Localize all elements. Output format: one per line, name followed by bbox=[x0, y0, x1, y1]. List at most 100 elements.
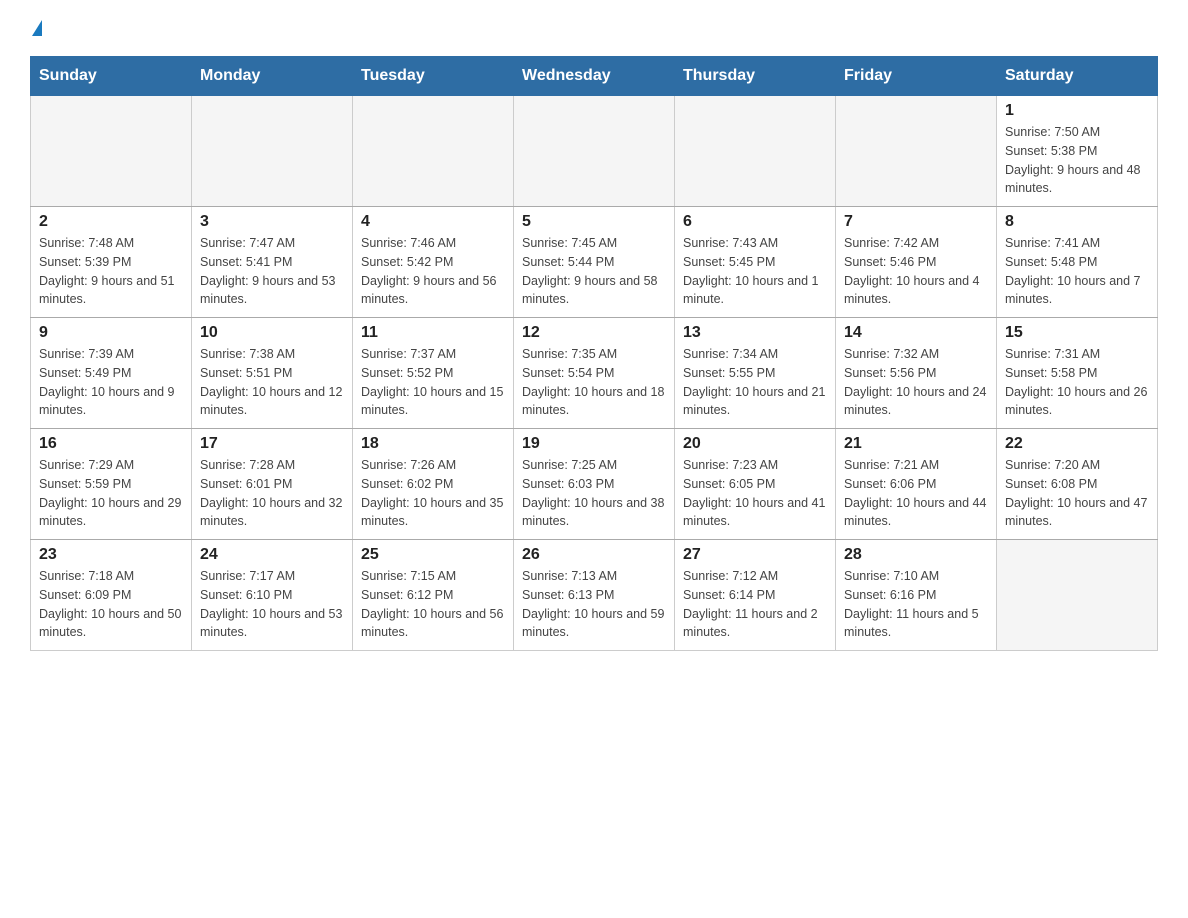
calendar-cell: 21 Sunrise: 7:21 AM Sunset: 6:06 PM Dayli… bbox=[836, 429, 997, 540]
day-info: Sunrise: 7:38 AM Sunset: 5:51 PM Dayligh… bbox=[200, 345, 344, 420]
day-number: 27 bbox=[683, 546, 827, 564]
calendar-cell: 16 Sunrise: 7:29 AM Sunset: 5:59 PM Dayli… bbox=[31, 429, 192, 540]
day-info: Sunrise: 7:47 AM Sunset: 5:41 PM Dayligh… bbox=[200, 234, 344, 309]
day-info: Sunrise: 7:29 AM Sunset: 5:59 PM Dayligh… bbox=[39, 456, 183, 531]
calendar-cell: 1 Sunrise: 7:50 AM Sunset: 5:38 PM Daylig… bbox=[997, 96, 1158, 207]
day-of-week-header: Sunday bbox=[31, 57, 192, 96]
day-info: Sunrise: 7:12 AM Sunset: 6:14 PM Dayligh… bbox=[683, 567, 827, 642]
day-info: Sunrise: 7:26 AM Sunset: 6:02 PM Dayligh… bbox=[361, 456, 505, 531]
day-number: 19 bbox=[522, 435, 666, 453]
day-number: 21 bbox=[844, 435, 988, 453]
day-of-week-header: Wednesday bbox=[514, 57, 675, 96]
day-number: 18 bbox=[361, 435, 505, 453]
calendar-cell: 10 Sunrise: 7:38 AM Sunset: 5:51 PM Dayli… bbox=[192, 318, 353, 429]
day-info: Sunrise: 7:45 AM Sunset: 5:44 PM Dayligh… bbox=[522, 234, 666, 309]
day-of-week-header: Thursday bbox=[675, 57, 836, 96]
day-of-week-header: Friday bbox=[836, 57, 997, 96]
day-info: Sunrise: 7:13 AM Sunset: 6:13 PM Dayligh… bbox=[522, 567, 666, 642]
calendar-week-row: 2 Sunrise: 7:48 AM Sunset: 5:39 PM Daylig… bbox=[31, 207, 1158, 318]
calendar-cell: 24 Sunrise: 7:17 AM Sunset: 6:10 PM Dayli… bbox=[192, 540, 353, 651]
calendar-cell: 3 Sunrise: 7:47 AM Sunset: 5:41 PM Daylig… bbox=[192, 207, 353, 318]
calendar-cell: 15 Sunrise: 7:31 AM Sunset: 5:58 PM Dayli… bbox=[997, 318, 1158, 429]
calendar-cell bbox=[192, 96, 353, 207]
calendar-cell: 8 Sunrise: 7:41 AM Sunset: 5:48 PM Daylig… bbox=[997, 207, 1158, 318]
day-number: 2 bbox=[39, 213, 183, 231]
day-number: 13 bbox=[683, 324, 827, 342]
calendar-cell: 14 Sunrise: 7:32 AM Sunset: 5:56 PM Dayli… bbox=[836, 318, 997, 429]
day-info: Sunrise: 7:48 AM Sunset: 5:39 PM Dayligh… bbox=[39, 234, 183, 309]
day-info: Sunrise: 7:42 AM Sunset: 5:46 PM Dayligh… bbox=[844, 234, 988, 309]
day-of-week-header: Tuesday bbox=[353, 57, 514, 96]
day-number: 15 bbox=[1005, 324, 1149, 342]
day-info: Sunrise: 7:34 AM Sunset: 5:55 PM Dayligh… bbox=[683, 345, 827, 420]
day-number: 1 bbox=[1005, 102, 1149, 120]
day-info: Sunrise: 7:28 AM Sunset: 6:01 PM Dayligh… bbox=[200, 456, 344, 531]
day-info: Sunrise: 7:41 AM Sunset: 5:48 PM Dayligh… bbox=[1005, 234, 1149, 309]
day-of-week-header: Saturday bbox=[997, 57, 1158, 96]
day-info: Sunrise: 7:25 AM Sunset: 6:03 PM Dayligh… bbox=[522, 456, 666, 531]
day-info: Sunrise: 7:20 AM Sunset: 6:08 PM Dayligh… bbox=[1005, 456, 1149, 531]
day-number: 16 bbox=[39, 435, 183, 453]
calendar-cell: 22 Sunrise: 7:20 AM Sunset: 6:08 PM Dayli… bbox=[997, 429, 1158, 540]
calendar-cell bbox=[31, 96, 192, 207]
calendar-cell: 5Sunrise: 7:45 AM Sunset: 5:44 PM Daylig… bbox=[514, 207, 675, 318]
calendar-cell: 23 Sunrise: 7:18 AM Sunset: 6:09 PM Dayli… bbox=[31, 540, 192, 651]
calendar-cell: 11 Sunrise: 7:37 AM Sunset: 5:52 PM Dayli… bbox=[353, 318, 514, 429]
calendar-cell: 7 Sunrise: 7:42 AM Sunset: 5:46 PM Daylig… bbox=[836, 207, 997, 318]
day-number: 10 bbox=[200, 324, 344, 342]
day-number: 23 bbox=[39, 546, 183, 564]
calendar-cell: 13 Sunrise: 7:34 AM Sunset: 5:55 PM Dayli… bbox=[675, 318, 836, 429]
days-header-row: SundayMondayTuesdayWednesdayThursdayFrid… bbox=[31, 57, 1158, 96]
day-number: 8 bbox=[1005, 213, 1149, 231]
day-number: 14 bbox=[844, 324, 988, 342]
day-info: Sunrise: 7:21 AM Sunset: 6:06 PM Dayligh… bbox=[844, 456, 988, 531]
day-info: Sunrise: 7:10 AM Sunset: 6:16 PM Dayligh… bbox=[844, 567, 988, 642]
day-info: Sunrise: 7:50 AM Sunset: 5:38 PM Dayligh… bbox=[1005, 123, 1149, 198]
calendar-cell: 2 Sunrise: 7:48 AM Sunset: 5:39 PM Daylig… bbox=[31, 207, 192, 318]
day-number: 3 bbox=[200, 213, 344, 231]
calendar-cell bbox=[836, 96, 997, 207]
logo bbox=[30, 20, 42, 36]
calendar-cell: 9 Sunrise: 7:39 AM Sunset: 5:49 PM Daylig… bbox=[31, 318, 192, 429]
calendar-cell bbox=[675, 96, 836, 207]
calendar-cell: 6Sunrise: 7:43 AM Sunset: 5:45 PM Daylig… bbox=[675, 207, 836, 318]
day-info: Sunrise: 7:37 AM Sunset: 5:52 PM Dayligh… bbox=[361, 345, 505, 420]
calendar-cell: 18 Sunrise: 7:26 AM Sunset: 6:02 PM Dayli… bbox=[353, 429, 514, 540]
day-info: Sunrise: 7:31 AM Sunset: 5:58 PM Dayligh… bbox=[1005, 345, 1149, 420]
logo-triangle-icon bbox=[32, 20, 42, 36]
day-info: Sunrise: 7:39 AM Sunset: 5:49 PM Dayligh… bbox=[39, 345, 183, 420]
calendar-week-row: 23 Sunrise: 7:18 AM Sunset: 6:09 PM Dayli… bbox=[31, 540, 1158, 651]
day-info: Sunrise: 7:18 AM Sunset: 6:09 PM Dayligh… bbox=[39, 567, 183, 642]
calendar-cell bbox=[514, 96, 675, 207]
day-info: Sunrise: 7:23 AM Sunset: 6:05 PM Dayligh… bbox=[683, 456, 827, 531]
calendar-cell: 25Sunrise: 7:15 AM Sunset: 6:12 PM Dayli… bbox=[353, 540, 514, 651]
page-header bbox=[30, 20, 1158, 36]
day-number: 28 bbox=[844, 546, 988, 564]
calendar-cell: 27 Sunrise: 7:12 AM Sunset: 6:14 PM Dayli… bbox=[675, 540, 836, 651]
day-number: 12 bbox=[522, 324, 666, 342]
day-number: 17 bbox=[200, 435, 344, 453]
day-number: 4 bbox=[361, 213, 505, 231]
calendar-table: SundayMondayTuesdayWednesdayThursdayFrid… bbox=[30, 56, 1158, 651]
calendar-cell: 20 Sunrise: 7:23 AM Sunset: 6:05 PM Dayli… bbox=[675, 429, 836, 540]
day-number: 24 bbox=[200, 546, 344, 564]
day-number: 11 bbox=[361, 324, 505, 342]
day-number: 7 bbox=[844, 213, 988, 231]
day-info: Sunrise: 7:46 AM Sunset: 5:42 PM Dayligh… bbox=[361, 234, 505, 309]
day-number: 26 bbox=[522, 546, 666, 564]
calendar-cell bbox=[997, 540, 1158, 651]
day-info: Sunrise: 7:32 AM Sunset: 5:56 PM Dayligh… bbox=[844, 345, 988, 420]
calendar-week-row: 16 Sunrise: 7:29 AM Sunset: 5:59 PM Dayli… bbox=[31, 429, 1158, 540]
day-of-week-header: Monday bbox=[192, 57, 353, 96]
day-info: Sunrise: 7:17 AM Sunset: 6:10 PM Dayligh… bbox=[200, 567, 344, 642]
day-number: 22 bbox=[1005, 435, 1149, 453]
day-number: 9 bbox=[39, 324, 183, 342]
calendar-cell: 26 Sunrise: 7:13 AM Sunset: 6:13 PM Dayli… bbox=[514, 540, 675, 651]
day-info: Sunrise: 7:43 AM Sunset: 5:45 PM Dayligh… bbox=[683, 234, 827, 309]
day-info: Sunrise: 7:35 AM Sunset: 5:54 PM Dayligh… bbox=[522, 345, 666, 420]
calendar-cell: 12 Sunrise: 7:35 AM Sunset: 5:54 PM Dayli… bbox=[514, 318, 675, 429]
calendar-cell bbox=[353, 96, 514, 207]
day-number: 20 bbox=[683, 435, 827, 453]
day-number: 25 bbox=[361, 546, 505, 564]
calendar-week-row: 9 Sunrise: 7:39 AM Sunset: 5:49 PM Daylig… bbox=[31, 318, 1158, 429]
